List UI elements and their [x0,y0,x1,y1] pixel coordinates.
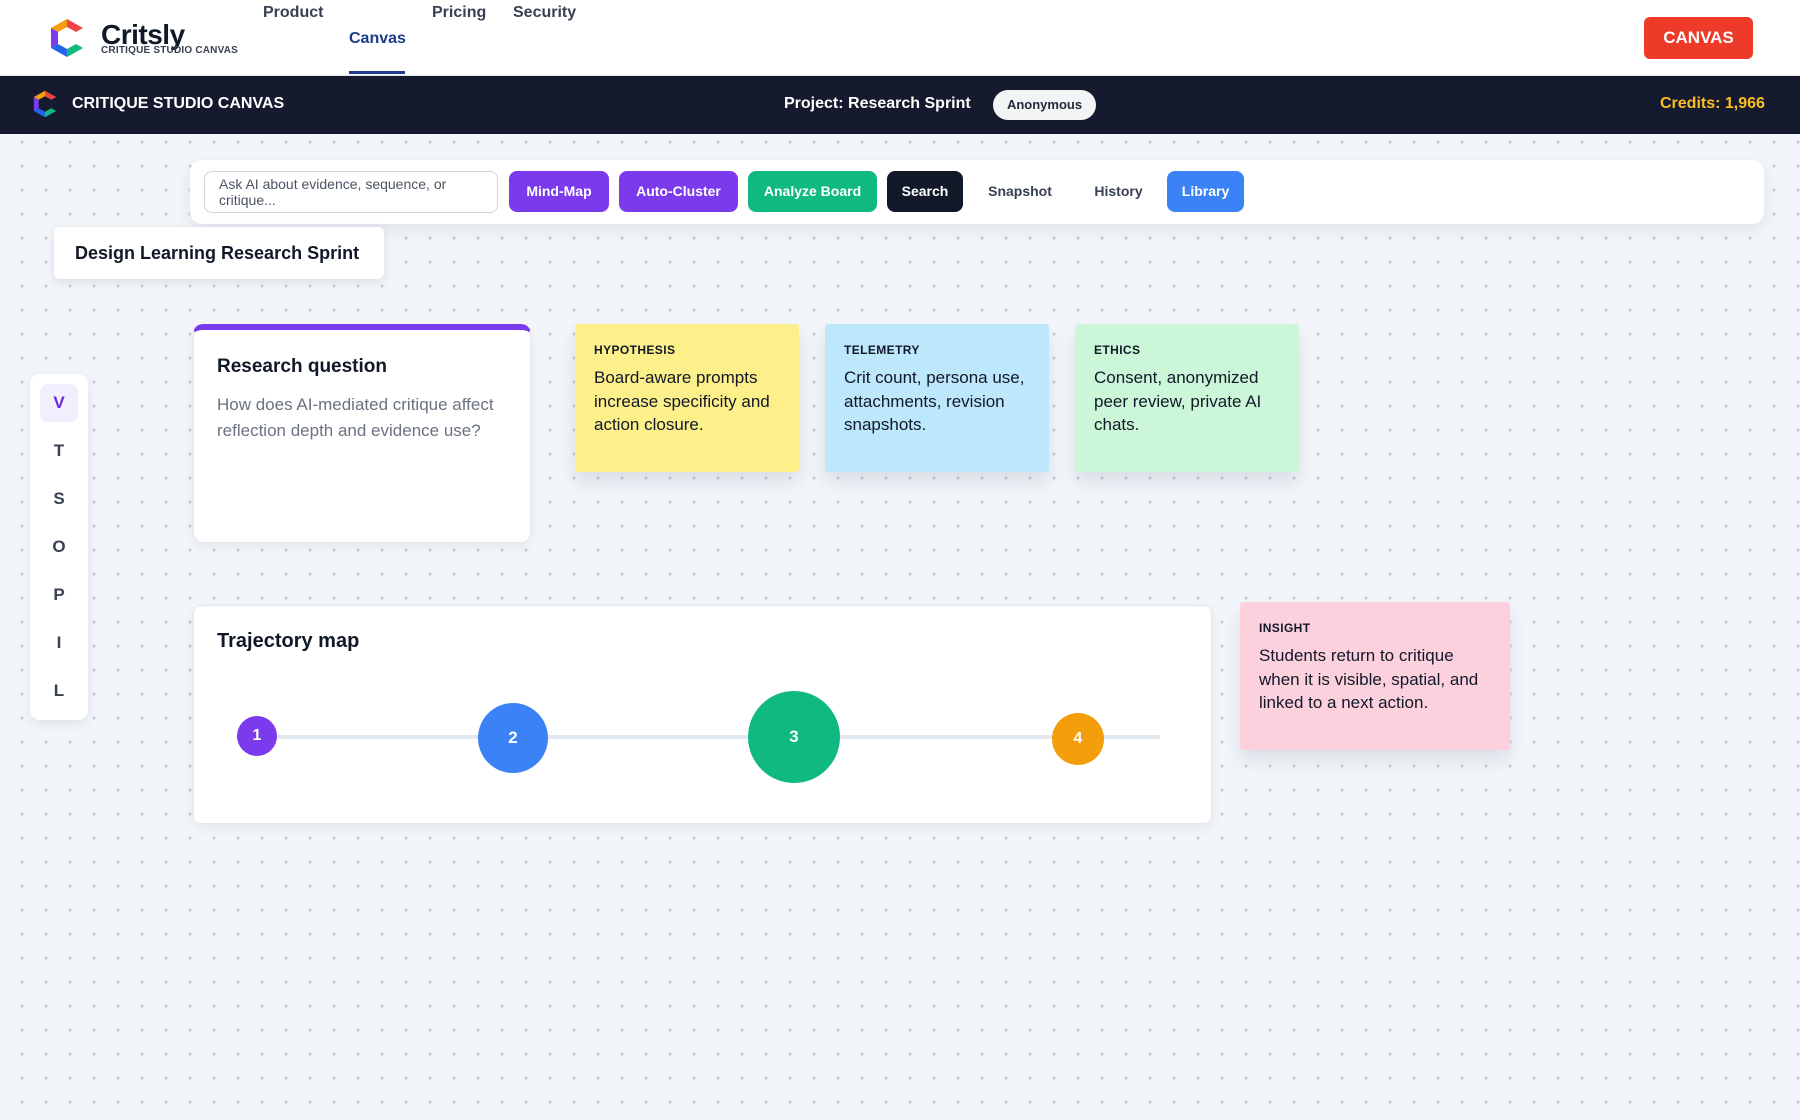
canvas-cta-button[interactable]: CANVAS [1644,17,1753,59]
rail-item-t[interactable]: T [40,432,78,470]
sticky-text: Board-aware prompts increase specificity… [594,368,770,434]
top-navigation: Critsly CRITIQUE STUDIO CANVAS Product C… [0,0,1800,76]
sticky-note-telemetry[interactable]: TELEMETRY Crit count, persona use, attac… [825,324,1049,472]
snapshot-button[interactable]: Snapshot [973,171,1067,212]
canvas-toolbar: Mind-Map Auto-Cluster Analyze Board Sear… [190,160,1764,224]
brand-subtitle: CRITIQUE STUDIO CANVAS [101,45,238,56]
rail-item-v[interactable]: V [40,384,78,422]
nav-link-security[interactable]: Security [513,4,576,22]
sticky-label: ETHICS [1094,343,1141,357]
rail-item-i[interactable]: I [40,624,78,662]
mind-map-button[interactable]: Mind-Map [509,171,609,212]
sticky-text: Consent, anonymized peer review, private… [1094,368,1262,434]
sticky-text: Students return to critique when it is v… [1259,646,1479,712]
sticky-note-hypothesis[interactable]: HYPOTHESIS Board-aware prompts increase … [575,324,799,472]
sticky-label: TELEMETRY [844,343,920,357]
sticky-text: Crit count, persona use, attachments, re… [844,368,1025,434]
history-button[interactable]: History [1077,171,1160,212]
card-title: Trajectory map [217,630,360,652]
sticky-label: HYPOTHESIS [594,343,676,357]
card-title: Research question [217,356,387,377]
board-title[interactable]: Design Learning Research Sprint [54,227,384,279]
sticky-note-insight[interactable]: INSIGHT Students return to critique when… [1240,602,1510,750]
sticky-note-ethics[interactable]: ETHICS Consent, anonymized peer review, … [1075,324,1299,472]
studio-logo-icon [33,90,57,118]
active-nav-indicator [349,71,405,74]
tool-rail: V T S O P I L [30,374,88,720]
nav-link-pricing[interactable]: Pricing [432,4,486,22]
research-question-card[interactable]: Research question How does AI-mediated c… [193,324,531,543]
rail-item-p[interactable]: P [40,576,78,614]
auto-cluster-button[interactable]: Auto-Cluster [619,171,738,212]
trajectory-node[interactable]: 1 [237,716,277,756]
credits-counter: Credits: 1,966 [1660,95,1765,112]
card-body: How does AI-mediated critique affect ref… [217,395,494,440]
rail-item-s[interactable]: S [40,480,78,518]
nav-link-canvas[interactable]: Canvas [349,30,406,48]
critsly-logo-icon [51,19,83,57]
studio-header-bar: CRITIQUE STUDIO CANVAS Project: Research… [0,76,1800,134]
trajectory-track [236,735,1160,739]
rail-item-l[interactable]: L [40,672,78,710]
nav-link-product[interactable]: Product [263,4,323,22]
trajectory-node[interactable]: 2 [478,703,548,773]
sticky-label: INSIGHT [1259,621,1311,635]
analyze-board-button[interactable]: Analyze Board [748,171,877,212]
anonymous-badge[interactable]: Anonymous [993,90,1096,120]
project-name: Project: Research Sprint [784,95,971,112]
library-button[interactable]: Library [1167,171,1244,212]
ask-ai-input[interactable] [204,171,498,213]
studio-title: CRITIQUE STUDIO CANVAS [72,95,285,112]
trajectory-map-card[interactable]: Trajectory map 1 2 3 4 [193,605,1212,824]
trajectory-node[interactable]: 3 [748,691,840,783]
trajectory-node[interactable]: 4 [1052,713,1104,765]
search-button[interactable]: Search [887,171,963,212]
rail-item-o[interactable]: O [40,528,78,566]
